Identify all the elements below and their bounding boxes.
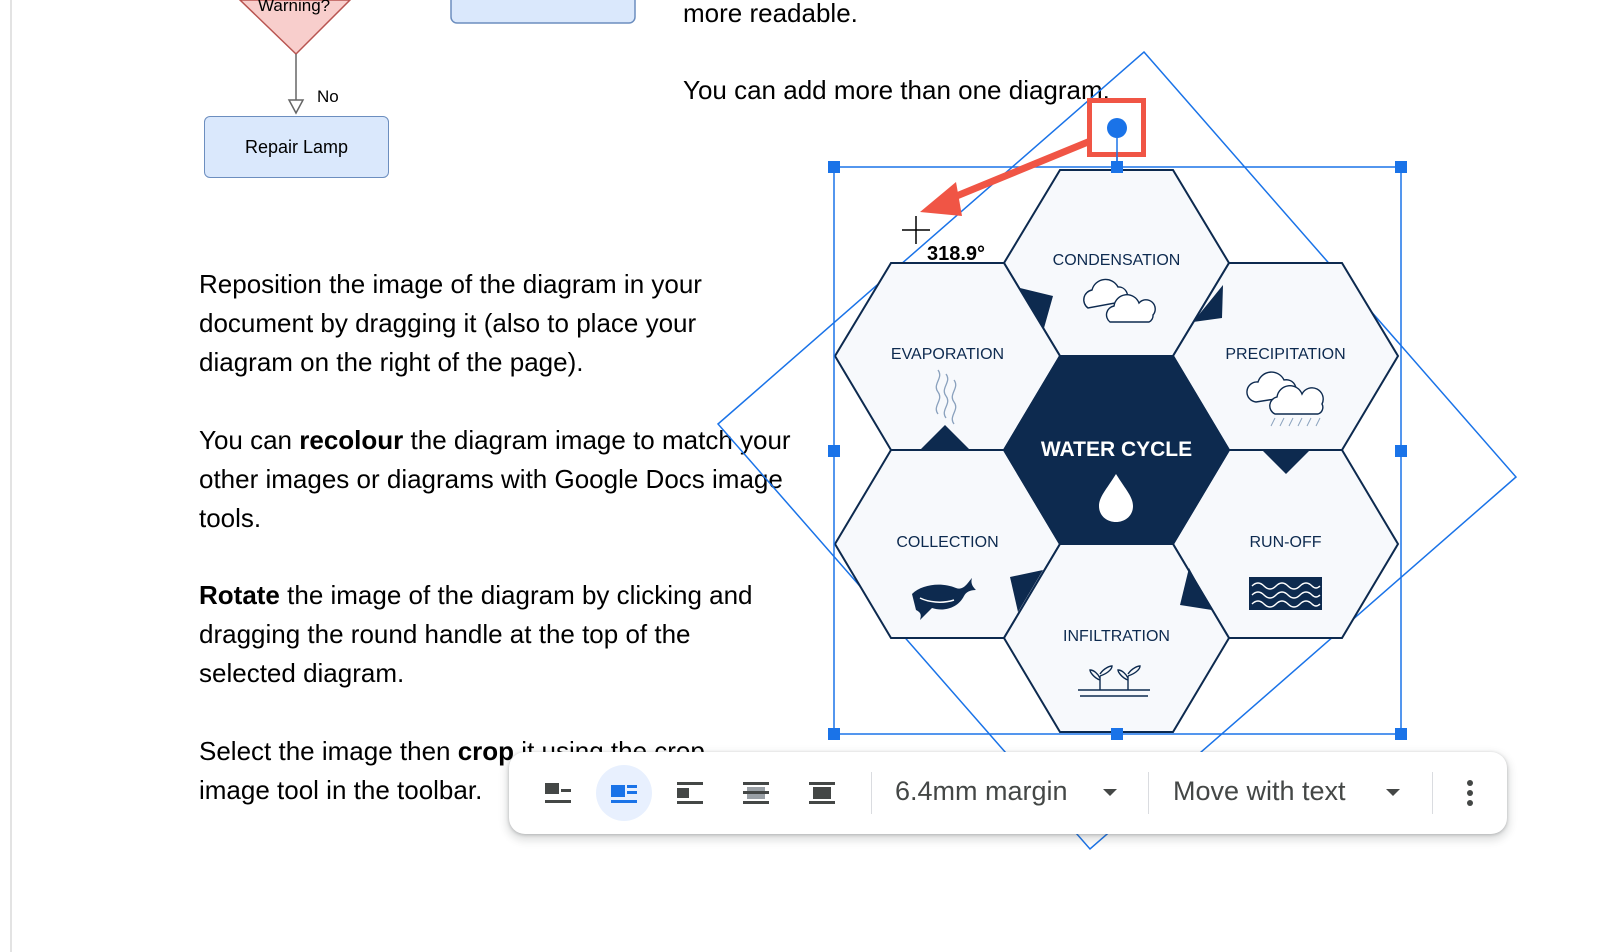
wrap-inline-button[interactable] — [530, 765, 586, 821]
page-edge — [10, 0, 12, 952]
wrap-inline-icon — [545, 783, 571, 803]
break-text-icon — [677, 782, 703, 804]
resize-handle-right[interactable] — [1395, 445, 1407, 457]
flow-box-partial — [450, 0, 636, 24]
in-front-of-text-icon — [809, 782, 835, 804]
resize-handle-bottom-right[interactable] — [1395, 728, 1407, 740]
resize-handle-bottom-left[interactable] — [828, 728, 840, 740]
para-reposition: Reposition the image of the diagram in y… — [199, 269, 702, 377]
behind-text-icon — [743, 782, 769, 804]
more-vert-icon — [1467, 780, 1473, 806]
position-dropdown-arrow-icon[interactable] — [1386, 789, 1400, 796]
line-readable: more readable. — [683, 0, 858, 28]
image-toolbar: 6.4mm margin Move with text — [509, 752, 1507, 834]
repair-lamp-box: Repair Lamp — [204, 116, 389, 178]
resize-handle-bottom[interactable] — [1111, 728, 1123, 740]
crosshair-cursor-icon — [902, 216, 930, 244]
selection-border — [833, 166, 1402, 735]
no-label: No — [317, 87, 339, 106]
rotation-angle-readout: 318.9° — [927, 243, 986, 265]
toolbar-divider — [1148, 772, 1149, 814]
more-options-button[interactable] — [1442, 765, 1498, 821]
toolbar-divider — [871, 772, 872, 814]
rotate-handle[interactable] — [1107, 118, 1127, 138]
wrap-text-button[interactable] — [596, 765, 652, 821]
resize-handle-left[interactable] — [828, 445, 840, 457]
decision-label: Warning? — [258, 0, 331, 15]
wrap-text-icon — [611, 785, 637, 803]
behind-text-button[interactable] — [728, 765, 784, 821]
resize-handle-top-right[interactable] — [1395, 161, 1407, 173]
resize-handle-top-left[interactable] — [828, 161, 840, 173]
para-crop-line2: image tool in the toolbar. — [199, 775, 483, 805]
in-front-of-text-button[interactable] — [794, 765, 850, 821]
margin-dropdown-arrow-icon[interactable] — [1103, 789, 1117, 796]
flow-arrowhead — [287, 99, 305, 115]
position-dropdown[interactable]: Move with text — [1173, 776, 1346, 807]
margin-dropdown[interactable]: 6.4mm margin — [895, 776, 1068, 807]
para-rotate: Rotate the image of the diagram by click… — [199, 580, 753, 688]
break-text-button[interactable] — [662, 765, 718, 821]
toolbar-divider — [1432, 772, 1433, 814]
